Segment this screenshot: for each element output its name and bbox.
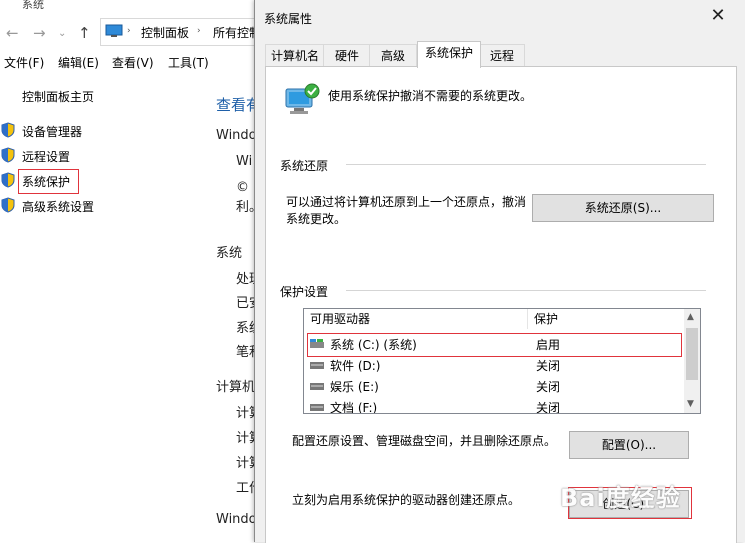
drive-list-scrollbar[interactable]: ▲ ▼ (684, 309, 700, 413)
drive-name: 软件 (D:) (330, 359, 381, 373)
shield-icon (1, 122, 15, 138)
copyright-symbol: © (236, 180, 249, 195)
protection-group-heading: 保护设置 (280, 285, 329, 299)
system-protection-panel: 使用系统保护撤消不需要的系统更改。 系统还原 可以通过将计算机还原到上一个还原点… (265, 66, 737, 543)
shield-icon (1, 147, 15, 163)
menu-tools[interactable]: 工具(T) (168, 54, 209, 71)
scroll-down-icon[interactable]: ▼ (687, 399, 694, 409)
drive-protection-status: 关闭 (536, 359, 561, 373)
menu-edit[interactable]: 编辑(E) (58, 54, 99, 71)
forward-arrow-icon[interactable]: → (33, 24, 46, 42)
breadcrumb-control-panel[interactable]: 控制面板 (141, 24, 189, 41)
scroll-up-icon[interactable]: ▲ (687, 312, 694, 322)
edition-name: Wi (236, 154, 253, 169)
system-heading: 系统 (216, 246, 243, 261)
sidebar-item-remote-settings[interactable]: 远程设置 (22, 148, 70, 165)
watermark: Bai度经验 (560, 484, 681, 512)
close-icon[interactable]: ✕ (707, 6, 729, 28)
windows-activation-heading: Windo (216, 512, 257, 527)
recent-dropdown-icon[interactable]: ⌄ (58, 28, 66, 39)
drive-icon (310, 362, 324, 369)
sidebar-item-device-manager[interactable]: 设备管理器 (22, 123, 82, 140)
drive-name: 娱乐 (E:) (330, 380, 379, 394)
system-protection-icon (285, 83, 320, 114)
window-title: 系统 (22, 0, 44, 11)
column-header-drive[interactable]: 可用驱动器 (304, 309, 528, 329)
tab-advanced[interactable]: 高级 (369, 44, 417, 67)
column-header-protection[interactable]: 保护 (528, 309, 684, 329)
system-restore-button-label: 系统还原(S)... (584, 201, 662, 215)
sidebar-home-link[interactable]: 控制面板主页 (22, 88, 94, 105)
group-divider (346, 164, 706, 165)
configure-button-label: 配置(O)... (601, 438, 657, 452)
restore-description-line2: 系统更改。 (286, 212, 347, 226)
drive-list[interactable]: 可用驱动器 保护 系统 (C:) (系统) 启用 软件 (D:) 关闭 娱乐 (… (303, 308, 701, 414)
highlight-box (18, 169, 79, 194)
shield-icon (1, 172, 15, 188)
system-restore-button[interactable]: 系统还原(S)... (532, 194, 714, 222)
restore-description-line1: 可以通过将计算机还原到上一个还原点，撤消 (286, 195, 527, 209)
sidebar-item-advanced-settings[interactable]: 高级系统设置 (22, 198, 94, 215)
menu-file[interactable]: 文件(F) (4, 54, 44, 71)
group-divider (346, 290, 706, 291)
restore-group-heading: 系统还原 (280, 159, 329, 173)
drive-protection-status: 关闭 (536, 401, 561, 414)
tab-computer-name[interactable]: 计算机名 (265, 44, 325, 67)
drive-row[interactable]: 软件 (D:) 关闭 (304, 354, 684, 375)
windows-edition-heading: Windo (216, 128, 257, 143)
computer-icon (105, 24, 123, 37)
tab-hardware[interactable]: 硬件 (323, 44, 371, 67)
address-bar[interactable]: › 控制面板 › 所有控制 (100, 18, 261, 46)
drive-icon (310, 404, 324, 411)
system-properties-dialog: 系统属性 ✕ 计算机名 硬件 高级 系统保护 远程 使用系统保护撤消不需要的系统… (254, 0, 745, 543)
drive-protection-status: 关闭 (536, 380, 561, 394)
breadcrumb-separator-icon: › (127, 26, 131, 36)
intro-text: 使用系统保护撤消不需要的系统更改。 (328, 89, 533, 103)
configure-description: 配置还原设置、管理磁盘空间，并且删除还原点。 (292, 434, 557, 448)
tab-remote[interactable]: 远程 (479, 44, 525, 67)
drive-row[interactable]: 文档 (F:) 关闭 (304, 396, 684, 414)
dialog-title: 系统属性 (264, 12, 313, 26)
create-description: 立刻为启用系统保护的驱动器创建还原点。 (292, 493, 521, 507)
shield-icon (1, 197, 15, 213)
breadcrumb-separator-icon: › (197, 26, 201, 36)
menu-view[interactable]: 查看(V) (112, 54, 154, 71)
scrollbar-thumb[interactable] (686, 328, 698, 380)
configure-button[interactable]: 配置(O)... (569, 431, 689, 459)
back-arrow-icon[interactable]: ← (6, 24, 19, 42)
up-arrow-icon[interactable]: ↑ (78, 24, 91, 42)
tab-system-protection[interactable]: 系统保护 (417, 41, 481, 68)
drive-row[interactable]: 娱乐 (E:) 关闭 (304, 375, 684, 396)
drive-name: 文档 (F:) (330, 401, 378, 414)
drive-icon (310, 383, 324, 390)
